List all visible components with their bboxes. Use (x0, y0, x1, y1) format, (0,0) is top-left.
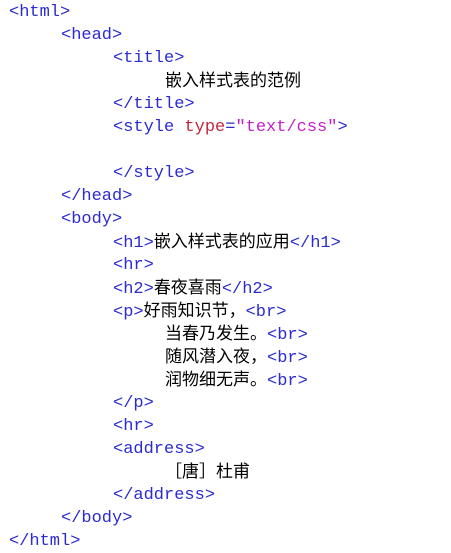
markup-token: <hr> (113, 417, 154, 436)
code-listing: <html> <head> <title> 嵌入样式表的范例 </title> <styl… (0, 0, 451, 552)
markup-token: </body> (61, 509, 133, 528)
markup-token: </h1> (289, 234, 341, 253)
markup-token: <p> (113, 303, 144, 322)
markup-token: </html> (9, 532, 81, 551)
code-line: <body> (0, 208, 451, 231)
markup-token: <br> (267, 372, 308, 391)
text-token: 好雨知识节， (143, 301, 246, 321)
code-line: <p>好雨知识节，<br> (0, 300, 451, 323)
markup-token: <br> (267, 349, 308, 368)
code-line: 随风潜入夜，<br> (0, 346, 451, 369)
string-token: "text/css" (235, 118, 338, 137)
markup-token: > (337, 118, 348, 137)
code-line: <address> (0, 438, 451, 461)
code-line: <style type="text/css"> (0, 116, 451, 139)
code-line: ［唐］杜甫 (0, 461, 451, 484)
markup-token: <title> (113, 49, 185, 68)
markup-token: <body> (61, 210, 123, 229)
markup-token: = (225, 118, 236, 137)
text-token: 春夜喜雨 (153, 278, 222, 298)
code-line: </body> (0, 507, 451, 530)
markup-token: <br> (245, 303, 287, 322)
markup-token: <address> (113, 440, 205, 459)
markup-token: <h1> (113, 234, 154, 253)
markup-token: </address> (113, 486, 216, 505)
code-line: </html> (0, 530, 451, 553)
text-token: 当春乃发生。 (165, 324, 267, 344)
code-line: <html> (0, 1, 451, 24)
text-token: 嵌入样式表的范例 (165, 71, 301, 91)
text-token: ［唐］杜甫 (165, 462, 250, 482)
code-line: </head> (0, 185, 451, 208)
code-line: <head> (0, 24, 451, 47)
attribute-token: type (184, 118, 226, 137)
code-line: 嵌入样式表的范例 (0, 70, 451, 93)
text-token: 润物细无声。 (165, 370, 267, 390)
markup-token: <head> (61, 26, 123, 45)
code-line: <hr> (0, 254, 451, 277)
markup-token: </style> (113, 164, 195, 183)
code-line: </address> (0, 484, 451, 507)
markup-token: </head> (61, 187, 133, 206)
code-line: 润物细无声。<br> (0, 369, 451, 392)
markup-token: </h2> (221, 280, 273, 299)
code-line: </style> (0, 162, 451, 185)
markup-token: <h2> (113, 280, 154, 299)
markup-token: </p> (113, 394, 154, 413)
markup-token: <html> (9, 3, 71, 22)
markup-token: <br> (267, 326, 308, 345)
code-line: <title> (0, 47, 451, 70)
code-line: </p> (0, 392, 451, 415)
text-token: 嵌入样式表的应用 (153, 232, 290, 252)
markup-token: <hr> (113, 256, 154, 275)
code-line: <h1>嵌入样式表的应用</h1> (0, 231, 451, 254)
code-line: <hr> (0, 415, 451, 438)
code-line: </title> (0, 93, 451, 116)
code-line: 当春乃发生。<br> (0, 323, 451, 346)
code-line: <h2>春夜喜雨</h2> (0, 277, 451, 300)
markup-token: </title> (113, 95, 195, 114)
text-token: 随风潜入夜， (165, 347, 267, 367)
markup-token: <style (113, 118, 185, 137)
